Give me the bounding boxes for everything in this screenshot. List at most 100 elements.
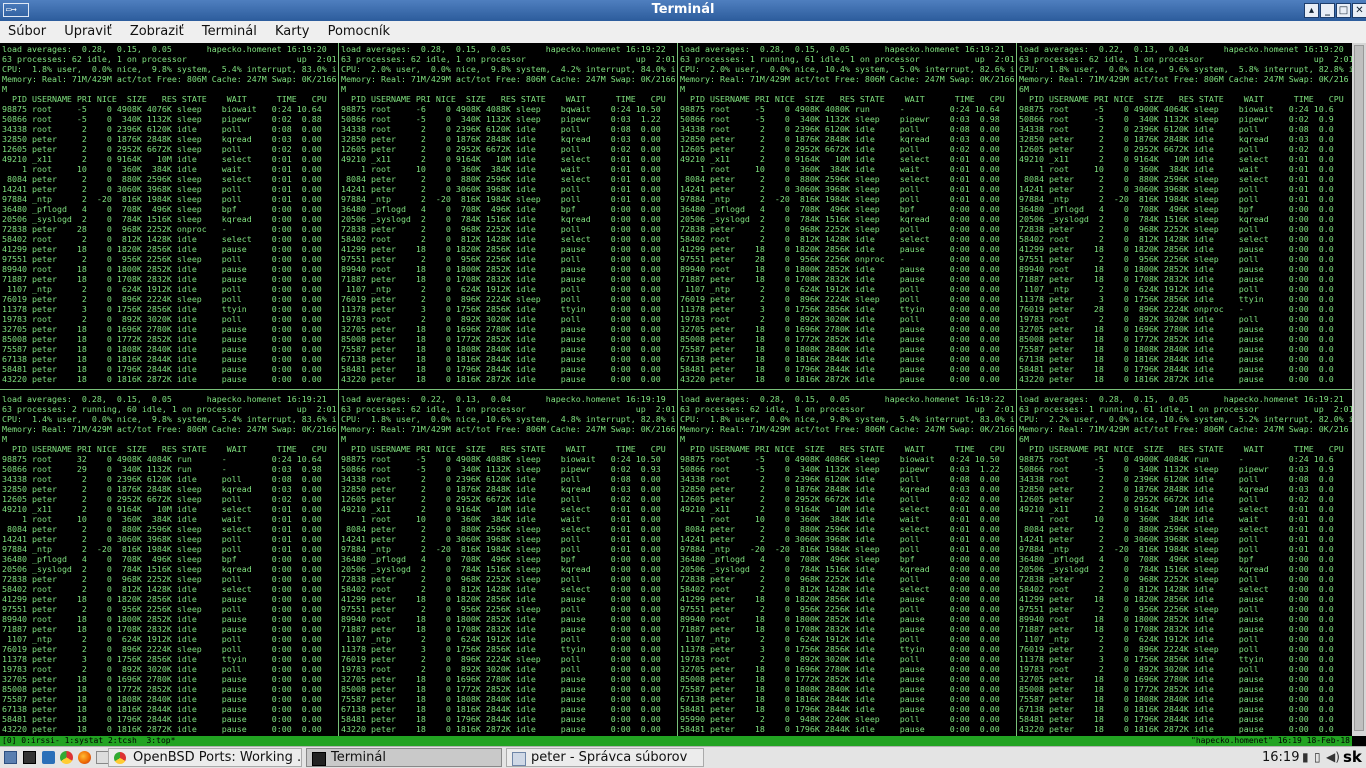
process-row: 19783 root 2 0 892K 3020K idle poll 0:00… bbox=[341, 314, 661, 324]
menu-terminal[interactable]: Terminál bbox=[195, 21, 264, 41]
process-row: 34338 root 2 0 2396K 6120K idle poll 0:0… bbox=[680, 124, 1000, 134]
menu-edit[interactable]: Upraviť bbox=[57, 21, 118, 41]
process-row: 98875 root -5 0 4908K 4080K run - 0:24 1… bbox=[680, 104, 1000, 114]
task-file-manager[interactable]: peter - Správca súborov bbox=[506, 748, 704, 767]
top-pane[interactable]: load averages: 0.22, 0.13, 0.04 hapecko.… bbox=[341, 394, 679, 736]
process-row: 20506 _syslogd 2 0 784K 1516K sleep kqre… bbox=[2, 564, 322, 574]
menu-icon[interactable] bbox=[4, 751, 17, 764]
process-row: 67138 peter 18 0 1816K 2844K idle pause … bbox=[341, 704, 661, 714]
maximize-button[interactable]: □ bbox=[1336, 3, 1351, 18]
process-row: 67138 peter 18 0 1816K 2844K idle pause … bbox=[2, 704, 322, 714]
process-row: 32850 peter 2 0 1876K 2848K sleep kqread… bbox=[2, 134, 322, 144]
process-row: 75587 peter 18 0 1808K 2840K idle pause … bbox=[341, 694, 661, 704]
show-desktop-icon[interactable] bbox=[42, 751, 55, 764]
minimize-button[interactable]: _ bbox=[1320, 3, 1335, 18]
process-row: 14241 peter 2 0 3060K 3968K sleep poll 0… bbox=[680, 184, 1000, 194]
process-row: 1 root 10 0 360K 384K idle wait 0:01 0.0… bbox=[2, 164, 322, 174]
terminal-launcher-icon[interactable] bbox=[23, 751, 36, 764]
terminal-scrollbar[interactable] bbox=[1352, 43, 1366, 736]
process-row: 11378 peter 3 0 1756K 2856K idle ttyin 0… bbox=[2, 304, 322, 314]
process-row: 67138 peter 18 0 1816K 2844K idle pause … bbox=[680, 354, 1000, 364]
tmux-status-bar: [0] 0:irssi- 1:systat 2:tcsh 3:top* "hap… bbox=[0, 736, 1352, 746]
top-pane[interactable]: load averages: 0.28, 0.15, 0.05 hapecko.… bbox=[680, 394, 1018, 736]
top-pane[interactable]: load averages: 0.22, 0.13, 0.04 hapecko.… bbox=[1019, 44, 1352, 390]
process-row: 89940 root 18 0 1800K 2852K idle pause 0… bbox=[341, 614, 661, 624]
process-row: 36480 _pflogd 4 0 708K 496K sleep bpf 0:… bbox=[2, 204, 322, 214]
top-summary-line: M bbox=[341, 84, 346, 94]
process-row: 14241 peter 2 0 3060K 3968K sleep poll 0… bbox=[1019, 184, 1334, 194]
process-row: 36480 _pflogd 4 0 708K 496K sleep bpf 0:… bbox=[2, 554, 322, 564]
volume-icon[interactable]: ◀) bbox=[1326, 751, 1340, 764]
menu-view[interactable]: Zobraziť bbox=[123, 21, 191, 41]
clock[interactable]: 16:19 bbox=[1262, 748, 1299, 767]
top-summary-line: 63 processes: 2 running, 60 idle, 1 on p… bbox=[2, 404, 337, 414]
close-button[interactable]: ✕ bbox=[1352, 3, 1366, 18]
firefox-launcher-icon[interactable] bbox=[78, 751, 91, 764]
tmux-status-right: "hapecko.homenet" 16:19 18-Feb-18 bbox=[1191, 736, 1350, 745]
process-row: 8084 peter 2 0 880K 2596K sleep select 0… bbox=[680, 174, 1000, 184]
process-row: 89940 root 18 0 1800K 2852K idle pause 0… bbox=[1019, 614, 1334, 624]
power-icon[interactable]: ▯ bbox=[1314, 751, 1321, 764]
process-row: 58481 peter 18 0 1796K 2844K idle pause … bbox=[680, 704, 1000, 714]
keyboard-layout-indicator[interactable]: sk bbox=[1343, 747, 1362, 767]
top-summary-line: Memory: Real: 71M/429M act/tot Free: 806… bbox=[1019, 74, 1349, 84]
process-row: 72838 peter 2 0 968K 2252K idle poll 0:0… bbox=[341, 224, 661, 234]
process-row: 34338 root 2 0 2396K 6120K idle poll 0:0… bbox=[2, 474, 322, 484]
process-row: 58402 root 2 0 812K 1428K idle select 0:… bbox=[680, 234, 1000, 244]
process-row: 97551 peter 28 0 956K 2256K onproc - 0:0… bbox=[680, 254, 1000, 264]
task-label: peter - Správca súborov bbox=[531, 750, 688, 765]
top-pane[interactable]: load averages: 0.28, 0.15, 0.05 hapecko.… bbox=[2, 44, 340, 390]
top-pane[interactable]: load averages: 0.28, 0.15, 0.05 hapecko.… bbox=[1019, 394, 1352, 736]
process-row: 19783 root 2 0 892K 3020K idle poll 0:00… bbox=[2, 664, 322, 674]
window-titlebar[interactable]: ▭→ Terminál ▴ _ □ ✕ bbox=[0, 0, 1366, 21]
process-row: 97884 _ntp 2 -20 816K 1984K sleep poll 0… bbox=[1019, 544, 1334, 554]
terminal-icon bbox=[312, 752, 326, 766]
scrollbar-thumb[interactable] bbox=[1354, 45, 1364, 731]
top-summary-line: CPU: 1.8% user, 0.0% nice, 9.6% system, … bbox=[1019, 64, 1352, 74]
process-row: 14241 peter 2 0 3060K 3968K sleep poll 0… bbox=[2, 184, 322, 194]
process-row: 14241 peter 2 0 3060K 3968K sleep poll 0… bbox=[1019, 534, 1334, 544]
top-summary-line: CPU: 1.8% user, 0.0% nice, 10.6% system,… bbox=[341, 414, 676, 424]
top-pane[interactable]: load averages: 0.28, 0.15, 0.05 hapecko.… bbox=[680, 44, 1018, 390]
menu-file[interactable]: Súbor bbox=[0, 21, 53, 41]
process-row: 97551 peter 2 0 956K 2256K sleep poll 0:… bbox=[341, 604, 661, 614]
menu-help[interactable]: Pomocník bbox=[321, 21, 397, 41]
process-row: 89940 root 18 0 1800K 2852K idle pause 0… bbox=[341, 264, 661, 274]
process-row: 19783 root 2 0 892K 3020K idle poll 0:00… bbox=[680, 314, 1000, 324]
process-row: 1 root 10 0 360K 384K idle wait 0:01 0.0… bbox=[341, 164, 661, 174]
process-row: 41299 peter 18 0 1820K 2856K idle pause … bbox=[680, 244, 1000, 254]
process-row: 11378 peter 3 0 1756K 2856K idle ttyin 0… bbox=[2, 654, 322, 664]
menu-tabs[interactable]: Karty bbox=[268, 21, 316, 41]
process-row: 41299 peter 18 0 1820K 2856K idle pause … bbox=[2, 594, 322, 604]
process-row: 58402 root 2 0 812K 1428K idle select 0:… bbox=[2, 234, 322, 244]
process-row: 14241 peter 2 0 3060K 3968K sleep poll 0… bbox=[341, 534, 661, 544]
process-row: 1107 _ntp 2 0 624K 1912K idle poll 0:00 … bbox=[1019, 284, 1334, 294]
process-row: 12605 peter 2 0 2952K 6672K sleep poll 0… bbox=[2, 144, 322, 154]
task-browser[interactable]: OpenBSD Ports: Working ... bbox=[108, 748, 302, 767]
terminal-area[interactable]: load averages: 0.28, 0.15, 0.05 hapecko.… bbox=[0, 43, 1352, 736]
process-row: 43220 peter 18 0 1816K 2872K idle pause … bbox=[2, 374, 322, 384]
process-row: 34338 root 2 0 2396K 6120K idle poll 0:0… bbox=[2, 124, 322, 134]
process-row: 32705 peter 18 0 1696K 2780K idle pause … bbox=[680, 324, 1000, 334]
top-summary-line: M bbox=[680, 84, 685, 94]
chrome-launcher-icon[interactable] bbox=[60, 751, 73, 764]
process-row: 32850 peter 2 0 1876K 2848K idle kqread … bbox=[680, 134, 1000, 144]
process-row: 41299 peter 18 0 1820K 2856K idle pause … bbox=[341, 594, 661, 604]
process-row: 71887 peter 18 0 1708K 2832K idle pause … bbox=[1019, 274, 1334, 284]
process-row: 72838 peter 2 0 968K 2252K idle poll 0:0… bbox=[680, 574, 1000, 584]
top-summary-line: 63 processes: 62 idle, 1 on processor up… bbox=[341, 404, 676, 414]
top-summary-line: CPU: 2.0% user, 0.0% nice, 9.8% system, … bbox=[341, 64, 676, 74]
process-row: 43220 peter 18 0 1816K 2872K idle pause … bbox=[341, 374, 661, 384]
process-row: 20506 _syslogd 2 0 784K 1516K sleep kqre… bbox=[680, 214, 1000, 224]
tmux-window-list[interactable]: [0] 0:irssi- 1:systat 2:tcsh 3:top* bbox=[2, 736, 175, 746]
process-row: 76019 peter 2 0 896K 2224K sleep poll 0:… bbox=[680, 294, 1000, 304]
process-row: 36480 _pflogd 4 0 708K 496K sleep bpf 0:… bbox=[1019, 204, 1334, 214]
top-pane[interactable]: load averages: 0.28, 0.15, 0.05 hapecko.… bbox=[341, 44, 679, 390]
top-pane[interactable]: load averages: 0.28, 0.15, 0.05 hapecko.… bbox=[2, 394, 340, 736]
process-row: 32705 peter 18 0 1696K 2780K idle pause … bbox=[341, 324, 661, 334]
process-row: 58402 root 2 0 812K 1428K idle select 0:… bbox=[1019, 584, 1334, 594]
task-terminal[interactable]: Terminál bbox=[306, 748, 502, 767]
roll-up-button[interactable]: ▴ bbox=[1304, 3, 1319, 18]
process-row: 32705 peter 18 0 1696K 2780K idle pause … bbox=[2, 324, 322, 334]
network-icon[interactable]: ▮ bbox=[1302, 751, 1309, 764]
